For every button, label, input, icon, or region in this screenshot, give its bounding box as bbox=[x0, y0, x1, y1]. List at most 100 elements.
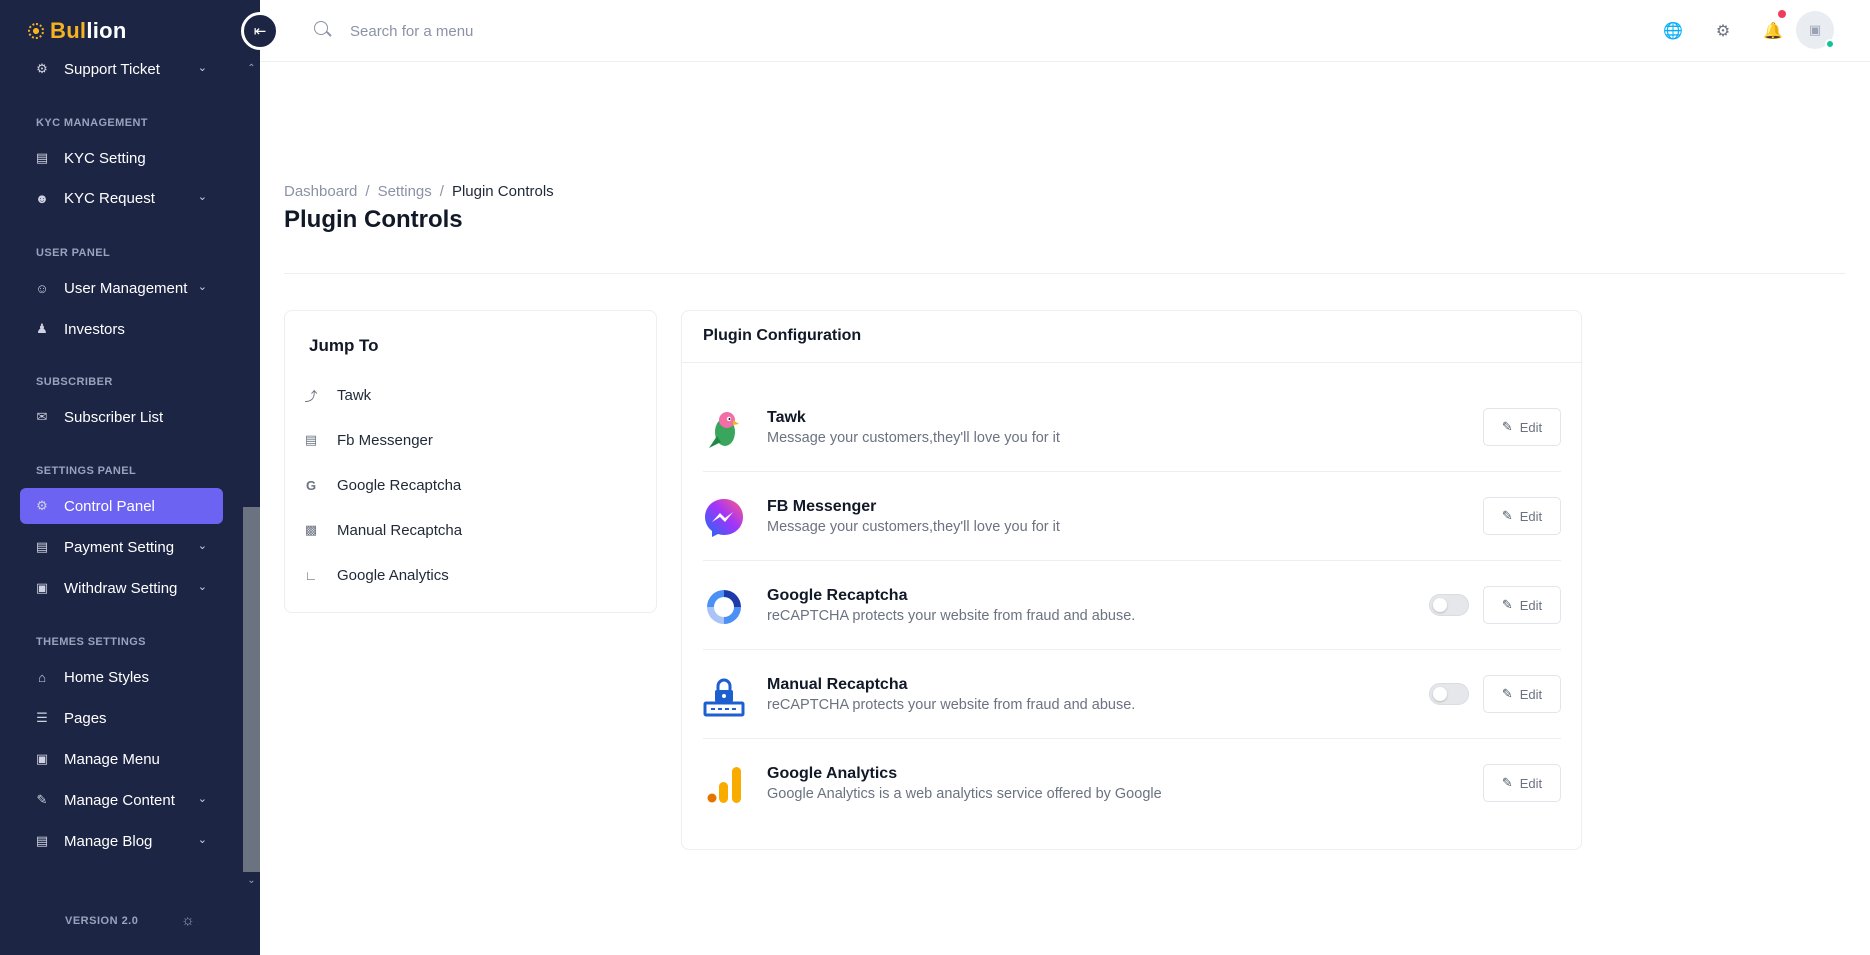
jump-link-tawk[interactable]: ⤴ Tawk bbox=[303, 381, 371, 409]
brand-name: Bullion bbox=[50, 18, 127, 43]
plugin-row-google-analytics: Google Analytics Google Analytics is a w… bbox=[703, 739, 1561, 828]
sidebar-item-manage-menu[interactable]: ▣ Manage Menu bbox=[20, 741, 223, 777]
bird-icon: ⤴ bbox=[304, 388, 318, 404]
recaptcha-logo-icon bbox=[707, 590, 741, 624]
sidebar-item-control-panel[interactable]: ⚙ Control Panel bbox=[20, 488, 223, 524]
edit-label: Edit bbox=[1519, 775, 1543, 791]
search-input[interactable] bbox=[350, 17, 750, 45]
sidebar-item-payment-setting[interactable]: ▤ Payment Setting ⌄ bbox=[20, 529, 223, 565]
sidebar-scrollbar[interactable]: ⌃ ⌄ bbox=[243, 62, 260, 888]
chevron-down-icon: ⌄ bbox=[197, 793, 207, 805]
image-placeholder-icon: ▣ bbox=[1808, 22, 1822, 37]
jump-link-fb-messenger[interactable]: ▤ Fb Messenger bbox=[303, 426, 433, 454]
jump-link-label: Google Recaptcha bbox=[337, 476, 462, 494]
sidebar-item-manage-blog[interactable]: ▤ Manage Blog ⌄ bbox=[20, 823, 223, 859]
edit-button[interactable]: ✎ Edit bbox=[1483, 586, 1561, 624]
plugin-name: FB Messenger bbox=[767, 498, 877, 515]
edit-label: Edit bbox=[1519, 508, 1543, 524]
newspaper-icon: ▤ bbox=[35, 833, 49, 848]
user-icon: ♟ bbox=[36, 321, 48, 336]
plugin-row-manual-recaptcha: Manual Recaptcha reCAPTCHA protects your… bbox=[703, 650, 1561, 739]
plugin-description: Google Analytics is a web analytics serv… bbox=[767, 786, 1162, 802]
google-analytics-logo-icon bbox=[707, 767, 741, 803]
sidebar-item-support-ticket[interactable]: ⚙ Support Ticket ⌄ bbox=[20, 51, 223, 87]
scroll-up-icon[interactable]: ⌃ bbox=[243, 62, 260, 76]
online-status-dot bbox=[1825, 39, 1835, 49]
theme-toggle-sun-icon[interactable]: ☼ bbox=[181, 912, 195, 929]
plugin-description: Message your customers,they'll love you … bbox=[767, 430, 1060, 446]
wallet-icon: ▣ bbox=[35, 580, 49, 595]
jump-link-label: Manual Recaptcha bbox=[337, 521, 463, 539]
chevron-down-icon: ⌄ bbox=[197, 62, 207, 74]
jump-to-title: Jump To bbox=[309, 336, 379, 355]
sidebar-item-label: Payment Setting bbox=[64, 538, 175, 556]
plugin-description: reCAPTCHA protects your website from fra… bbox=[767, 697, 1136, 713]
breadcrumb-settings[interactable]: Settings bbox=[378, 183, 432, 200]
sidebar-item-kyc-setting[interactable]: ▤ KYC Setting bbox=[20, 140, 223, 176]
jump-link-label: Google Analytics bbox=[337, 566, 449, 584]
section-title-themes: THEMES SETTINGS bbox=[36, 636, 146, 648]
sidebar-collapse-button[interactable]: ⇤ bbox=[241, 12, 279, 50]
sidebar-item-label: Support Ticket bbox=[64, 60, 160, 78]
version-label: VERSION 2.0 bbox=[65, 915, 139, 927]
card-header: Plugin Configuration bbox=[682, 311, 1581, 363]
sidebar-item-label: Investors bbox=[64, 320, 125, 338]
pencil-icon: ✎ bbox=[1501, 775, 1513, 790]
scroll-down-icon[interactable]: ⌄ bbox=[243, 874, 260, 888]
bell-icon[interactable]: 🔔 bbox=[1761, 19, 1785, 43]
edit-button[interactable]: ✎ Edit bbox=[1483, 408, 1561, 446]
scrollbar-thumb[interactable] bbox=[243, 507, 260, 872]
sidebar-item-manage-content[interactable]: ✎ Manage Content ⌄ bbox=[20, 782, 223, 818]
pencil-icon: ✎ bbox=[1501, 508, 1513, 523]
sidebar-item-label: KYC Request bbox=[64, 189, 155, 207]
plugin-name: Google Analytics bbox=[767, 765, 898, 782]
sidebar-item-label: Manage Content bbox=[64, 791, 175, 809]
chart-line-icon: ∟ bbox=[304, 567, 318, 583]
edit-label: Edit bbox=[1519, 686, 1543, 702]
plugin-name: Google Recaptcha bbox=[767, 587, 908, 604]
plugin-row-tawk: Tawk Message your customers,they'll love… bbox=[703, 383, 1561, 472]
mail-open-icon: ✉ bbox=[36, 409, 48, 424]
edit-button[interactable]: ✎ Edit bbox=[1483, 497, 1561, 535]
jump-link-manual-recaptcha[interactable]: ▩ Manual Recaptcha bbox=[303, 516, 462, 544]
enable-toggle[interactable] bbox=[1429, 683, 1469, 705]
section-title-settings: SETTINGS PANEL bbox=[36, 465, 137, 477]
chevron-down-icon: ⌄ bbox=[197, 281, 207, 293]
jump-link-google-analytics[interactable]: ∟ Google Analytics bbox=[303, 561, 449, 589]
breadcrumb-separator: / bbox=[439, 183, 444, 200]
gear-icon: ⚙ bbox=[36, 498, 48, 513]
enable-toggle[interactable] bbox=[1429, 594, 1469, 616]
pencil-icon: ✎ bbox=[1501, 597, 1513, 612]
breadcrumb-dashboard[interactable]: Dashboard bbox=[284, 183, 357, 200]
chevron-down-icon: ⌄ bbox=[197, 834, 207, 846]
headset-icon: ⚙ bbox=[36, 61, 48, 76]
brand-logo[interactable]: Bullion bbox=[28, 16, 127, 46]
home-icon: ⌂ bbox=[38, 669, 46, 685]
breadcrumb-separator: / bbox=[365, 183, 370, 200]
plugin-configuration-card: Plugin Configuration Tawk Message your c… bbox=[681, 310, 1582, 850]
edit-button[interactable]: ✎ Edit bbox=[1483, 675, 1561, 713]
chevron-down-icon: ⌄ bbox=[197, 581, 207, 593]
plugin-name: Tawk bbox=[767, 409, 806, 426]
sidebar-item-withdraw-setting[interactable]: ▣ Withdraw Setting ⌄ bbox=[20, 570, 223, 606]
collapse-arrow-icon: ⇤ bbox=[253, 23, 267, 40]
globe-icon[interactable]: 🌐 bbox=[1661, 19, 1685, 43]
gear-icon[interactable]: ⚙ bbox=[1711, 19, 1735, 43]
tawk-logo-icon bbox=[709, 412, 739, 448]
sidebar-item-kyc-request[interactable]: ☻ KYC Request ⌄ bbox=[20, 180, 223, 216]
plugin-name: Manual Recaptcha bbox=[767, 676, 908, 693]
sidebar-item-investors[interactable]: ♟ Investors bbox=[20, 311, 223, 347]
sidebar: Bullion ⚙ Support Ticket ⌄ KYC MANAGEMEN… bbox=[0, 0, 260, 955]
sidebar-footer: VERSION 2.0 ☼ bbox=[0, 888, 243, 955]
sidebar-item-label: Subscriber List bbox=[64, 408, 164, 426]
sidebar-item-subscriber-list[interactable]: ✉ Subscriber List bbox=[20, 399, 223, 435]
jump-link-google-recaptcha[interactable]: G Google Recaptcha bbox=[303, 471, 461, 499]
message-icon: ▤ bbox=[304, 432, 318, 447]
sidebar-item-label: Withdraw Setting bbox=[64, 579, 178, 597]
sidebar-item-user-management[interactable]: ☺ User Management ⌄ bbox=[20, 270, 223, 306]
edit-button[interactable]: ✎ Edit bbox=[1483, 764, 1561, 802]
sidebar-item-home-styles[interactable]: ⌂ Home Styles bbox=[20, 659, 223, 695]
search-icon bbox=[314, 21, 328, 35]
sidebar-item-pages[interactable]: ☰ Pages bbox=[20, 700, 223, 736]
edit-label: Edit bbox=[1519, 419, 1543, 435]
